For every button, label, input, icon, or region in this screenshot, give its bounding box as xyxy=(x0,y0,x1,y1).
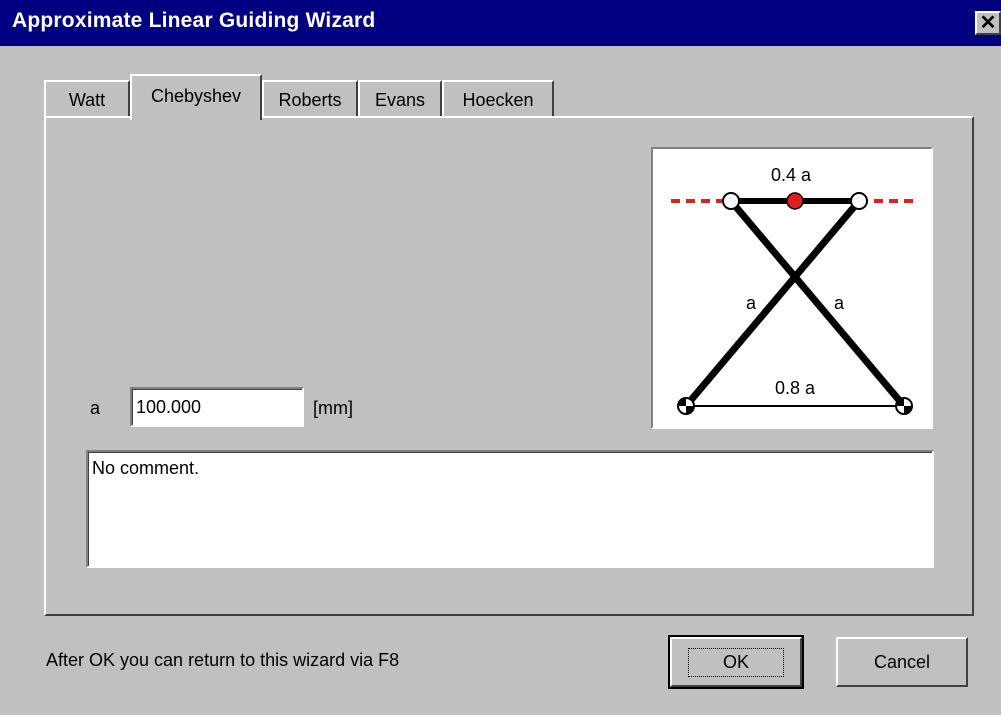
cancel-label: Cancel xyxy=(873,651,931,672)
a-label: a xyxy=(90,398,101,418)
tab-watt[interactable]: Watt xyxy=(44,80,130,118)
tab-evans[interactable]: Evans xyxy=(358,80,442,118)
cancel-button[interactable]: Cancel xyxy=(836,637,968,687)
linkage-diagram: 0.4 a a a 0.8 a xyxy=(651,147,933,429)
ok-label: OK xyxy=(687,647,784,677)
wizard-dialog: Approximate Linear Guiding Wizard ✕ Watt… xyxy=(0,0,1001,715)
close-icon: ✕ xyxy=(979,12,997,34)
title-bar[interactable]: Approximate Linear Guiding Wizard ✕ xyxy=(0,0,1001,46)
tab-roberts[interactable]: Roberts xyxy=(262,80,358,118)
comment-textarea[interactable]: No comment. xyxy=(86,450,934,568)
crank-link-right xyxy=(728,198,907,409)
tab-label: Watt xyxy=(68,89,106,110)
tab-label: Roberts xyxy=(278,89,342,110)
top-length-label: 0.4 a xyxy=(771,165,812,185)
ground-pivot-right xyxy=(895,397,913,415)
return-hint: After OK you can return to this wizard v… xyxy=(46,650,400,670)
a-unit-label: [mm] xyxy=(313,398,353,418)
tab-chebyshev[interactable]: Chebyshev xyxy=(130,74,262,120)
a-value-input[interactable] xyxy=(130,387,304,427)
tab-label: Chebyshev xyxy=(150,85,242,106)
chebyshev-linkage-svg: 0.4 a a a 0.8 a xyxy=(671,165,919,415)
tab-hoecken[interactable]: Hoecken xyxy=(442,80,554,118)
close-button[interactable]: ✕ xyxy=(975,11,1001,35)
window-title: Approximate Linear Guiding Wizard xyxy=(12,9,376,32)
tab-label: Hoecken xyxy=(462,89,534,110)
coupler-point xyxy=(786,192,804,210)
ok-button[interactable]: OK xyxy=(668,635,804,689)
joint-left xyxy=(722,192,740,210)
right-link-label: a xyxy=(834,293,845,313)
bottom-length-label: 0.8 a xyxy=(775,378,816,398)
joint-right xyxy=(850,192,868,210)
left-link-label: a xyxy=(746,293,757,313)
tab-label: Evans xyxy=(374,89,426,110)
ground-pivot-left xyxy=(677,397,695,415)
